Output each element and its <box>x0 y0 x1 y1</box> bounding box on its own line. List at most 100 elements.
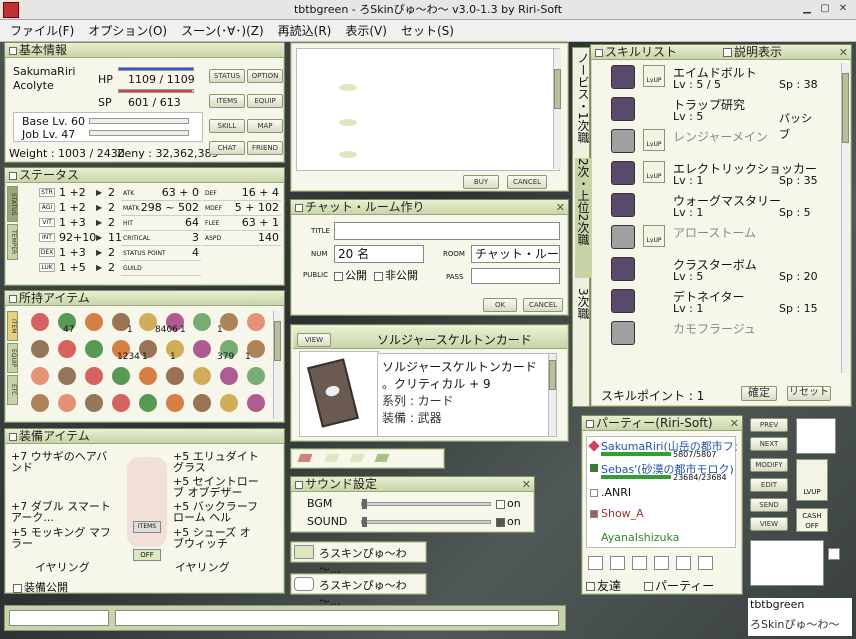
party-tool-1-icon[interactable] <box>588 556 603 570</box>
equip-public-toggle[interactable]: 装備公開 <box>13 579 68 595</box>
shop-item-3[interactable] <box>339 151 357 158</box>
num-select[interactable]: 20 名 <box>334 245 424 263</box>
status-button[interactable]: STATUS <box>209 69 245 83</box>
bgm-on-toggle[interactable]: on <box>496 497 521 510</box>
inventory-item-icon[interactable] <box>247 367 265 385</box>
chat-title-input[interactable] <box>334 222 560 240</box>
open-option[interactable]: 公開 <box>334 267 367 283</box>
skill-row[interactable]: ウォーグマスタリー Lv : 1 Sp : 5 <box>591 189 821 221</box>
bgm-slider-knob[interactable] <box>362 499 367 509</box>
emote-icon-2[interactable] <box>324 454 340 462</box>
off-button[interactable]: OFF <box>133 549 161 561</box>
modify-button[interactable]: MODIFY <box>750 458 788 472</box>
inventory-item-icon[interactable] <box>166 394 184 412</box>
emote-icon-3[interactable] <box>349 454 365 462</box>
inventory-item-icon[interactable] <box>193 340 211 358</box>
send-button[interactable]: SEND <box>750 498 788 512</box>
items-button[interactable]: ITEMS <box>209 94 245 108</box>
skill-lvup-button[interactable]: LvUP <box>643 161 665 183</box>
menu-view[interactable]: 表示(V) <box>345 22 387 39</box>
equip-button[interactable]: EQUIP <box>247 94 283 108</box>
chat-cancel-button[interactable]: CANCEL <box>523 298 563 312</box>
item-tab[interactable]: ITEM <box>7 311 18 341</box>
skill-tab-novice[interactable]: ノービス・1次職 <box>575 52 592 156</box>
cash-off-button[interactable]: CASH OFF <box>796 508 828 532</box>
chat-note[interactable]: ろスキンぴゅ～わ～... <box>290 573 427 608</box>
skill-row[interactable]: LvUP アローストーム <box>591 221 821 253</box>
party-tool-2-icon[interactable] <box>610 556 625 570</box>
inventory-item-icon[interactable] <box>166 367 184 385</box>
equip-earring-right[interactable]: イヤリング <box>175 559 230 575</box>
shop-item-2[interactable] <box>339 119 357 126</box>
chatroom-title[interactable]: チャット・ルーム作り ✕ <box>291 200 568 215</box>
basic-info-title[interactable]: 基本情報 <box>5 43 284 58</box>
maximize-icon[interactable]: ▢ <box>818 3 832 16</box>
inventory-item-icon[interactable] <box>193 394 211 412</box>
equip-public-checkbox[interactable] <box>13 583 22 593</box>
chat-message-input[interactable] <box>115 610 559 626</box>
skill-confirm-button[interactable]: 確定 <box>741 386 777 401</box>
inventory-item-icon[interactable] <box>112 367 130 385</box>
inventory-item-icon[interactable] <box>247 313 265 331</box>
equip-shield[interactable]: +5 バックラーフローム ヘル <box>173 501 259 523</box>
lvup-button[interactable]: LVUP <box>796 459 828 501</box>
menu-set[interactable]: セット(S) <box>401 22 454 39</box>
equipment-title[interactable]: 装備アイテム <box>5 429 284 444</box>
skill-lvup-button[interactable]: LvUP <box>643 129 665 151</box>
bgm-on-checkbox[interactable] <box>496 499 505 509</box>
option-button[interactable]: OPTION <box>247 69 283 83</box>
card-scrollbar[interactable] <box>548 354 556 436</box>
party-tool-3-icon[interactable] <box>632 556 647 570</box>
inventory-item-icon[interactable] <box>247 394 265 412</box>
skill-tab-third[interactable]: 3次職 <box>575 288 592 338</box>
stat-up-icon[interactable]: ▶ <box>96 188 102 197</box>
sound-slider[interactable] <box>361 517 491 527</box>
next-button[interactable]: NEXT <box>750 437 788 451</box>
etc-tab[interactable]: ETC <box>7 375 18 405</box>
shop-item-1[interactable] <box>339 84 357 91</box>
menu-file[interactable]: ファイル(F) <box>10 22 74 39</box>
inventory-item-icon[interactable] <box>31 313 49 331</box>
stat-up-icon[interactable]: ▶ <box>96 263 102 272</box>
party-title[interactable]: パーティー(Riri-Soft) ✕ <box>582 416 742 431</box>
inventory-item-icon[interactable] <box>139 367 157 385</box>
sound-on-checkbox[interactable] <box>496 517 505 527</box>
stat-up-icon[interactable]: ▶ <box>96 218 102 227</box>
equip-armor[interactable]: +5 セイントローブ オブデザー <box>173 476 259 498</box>
inventory-item-icon[interactable] <box>85 340 103 358</box>
edit-button[interactable]: EDIT <box>750 478 788 492</box>
equip-weapon[interactable]: +7 ダブル スマート アーク... <box>11 501 117 523</box>
skill-row[interactable]: デトネイター Lv : 1 Sp : 15 <box>591 285 821 317</box>
lock-icon[interactable] <box>698 556 713 570</box>
skill-row[interactable]: LvUP レンジャーメイン <box>591 125 821 157</box>
inventory-item-icon[interactable] <box>112 394 130 412</box>
inventory-scrollbar[interactable] <box>273 311 281 419</box>
skill-title[interactable]: スキルリスト 説明表示 ✕ <box>591 45 851 60</box>
inventory-item-icon[interactable] <box>220 367 238 385</box>
room-select[interactable]: チャット・ルー <box>471 245 560 263</box>
party-member-4[interactable]: Show_A <box>601 507 644 520</box>
skill-lvup-button[interactable]: LvUP <box>643 225 665 247</box>
status-title[interactable]: ステータス <box>5 168 284 183</box>
equip-tab[interactable]: EQUIP <box>7 343 18 373</box>
skill-tab-second[interactable]: 2次・上位2次職 <box>575 158 592 278</box>
shop-note-1[interactable]: ろスキンぴゅ～わ～... <box>290 541 427 576</box>
skill-close-icon[interactable]: ✕ <box>839 45 848 60</box>
party-member-5[interactable]: AyanaIshizuka <box>601 531 679 544</box>
inventory-item-icon[interactable] <box>85 394 103 412</box>
pass-input[interactable] <box>471 268 560 284</box>
equip-shoes[interactable]: +5 シューズ オブウィッチ <box>173 527 259 549</box>
status-tab[interactable]: STATUS <box>7 186 18 222</box>
skill-row[interactable]: クラスターボム Lv : 5 Sp : 20 <box>591 253 821 285</box>
shop-cancel-button[interactable]: CANCEL <box>507 175 547 189</box>
inventory-item-icon[interactable] <box>193 367 211 385</box>
inventory-item-icon[interactable] <box>31 394 49 412</box>
menu-option[interactable]: オプション(O) <box>88 22 167 39</box>
party-member-3[interactable]: .ANRI <box>601 486 631 499</box>
sound-on-toggle[interactable]: on <box>496 515 521 528</box>
temper-tab[interactable]: TEMPER <box>7 224 18 260</box>
closed-checkbox[interactable] <box>374 271 383 281</box>
minimize-icon[interactable]: ▁ <box>800 3 814 16</box>
emote-icon-4[interactable] <box>374 454 390 462</box>
friend-tab-checkbox[interactable] <box>586 582 595 591</box>
